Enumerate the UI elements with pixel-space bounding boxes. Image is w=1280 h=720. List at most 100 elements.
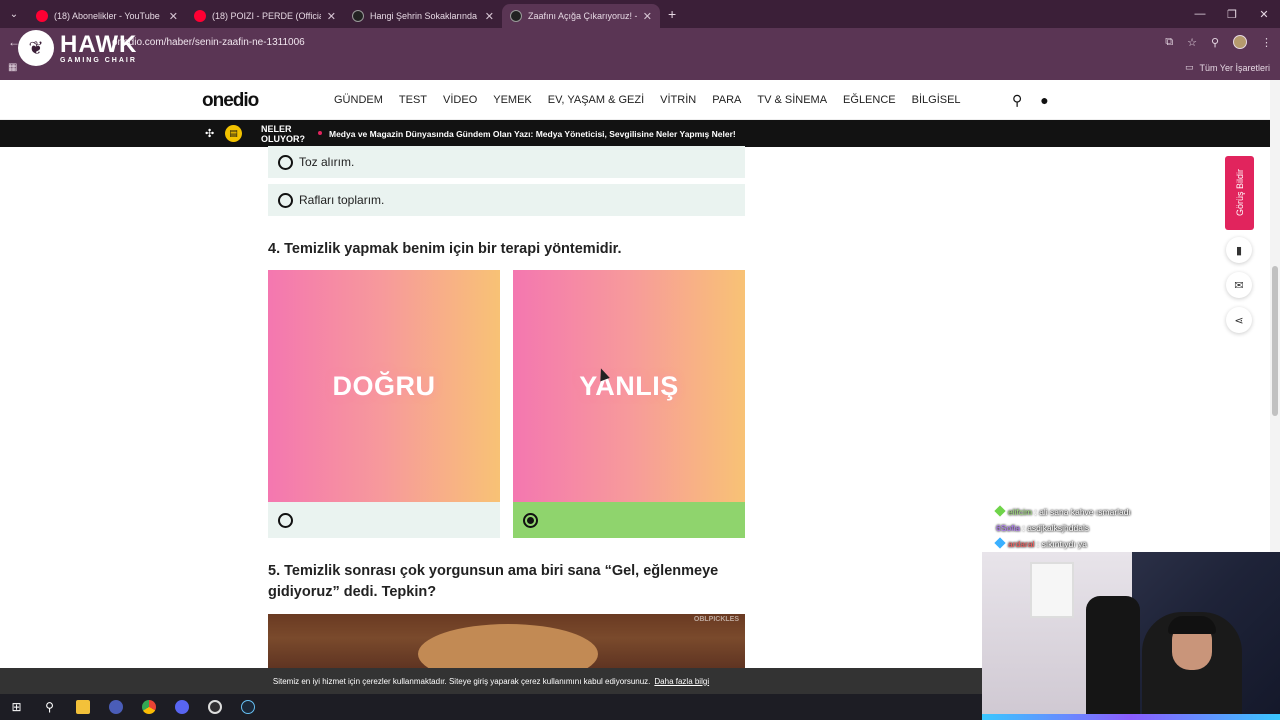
news-ticker: ✣ ▤ NELER OLUYOR? Medya ve Magazin Dünya…: [0, 120, 1280, 147]
obs-icon[interactable]: [198, 694, 231, 720]
windows-taskbar: ⊞ ⚲: [0, 694, 982, 720]
tab-onedio-zaaf[interactable]: Zaafını Açığa Çıkarıyoruz! - Onedio ✕: [502, 4, 660, 28]
header-actions: ⚲ ●: [1012, 92, 1049, 109]
share-icon[interactable]: ⋖: [1226, 307, 1252, 333]
cookie-text: Sitemiz en iyi hizmet için çerezler kull…: [272, 676, 651, 686]
nav-item-ev-yasam-gezi[interactable]: EV, YAŞAM & GEZİ: [548, 94, 644, 106]
chat-text: : sıkıntıydı ya: [1036, 539, 1087, 549]
chrome-icon[interactable]: [132, 694, 165, 720]
scrollbar-thumb[interactable]: [1272, 266, 1278, 416]
all-bookmarks-label: Tüm Yer İşaretleri: [1199, 62, 1270, 73]
answer-card-dogru[interactable]: DOĞRU: [268, 270, 500, 538]
nav-item-eglence[interactable]: EĞLENCE: [843, 94, 896, 106]
apps-grid-icon[interactable]: ▦: [8, 62, 17, 73]
chat-username: 6Sofia: [996, 523, 1021, 533]
tab-onedio-sehir[interactable]: Hangi Şehrin Sokaklarında Ruh ✕: [344, 4, 502, 28]
categories-grid-icon[interactable]: ✣: [205, 127, 214, 140]
answer-image-text: YANLIŞ: [579, 370, 679, 401]
steam-icon[interactable]: [231, 694, 264, 720]
option-label: Rafları toplarım.: [299, 193, 385, 207]
tab-close-icon[interactable]: ✕: [485, 10, 494, 23]
nav-item-test[interactable]: TEST: [399, 94, 427, 106]
chat-message: elifcim : ali sana kahve ısmarladı: [994, 504, 1131, 520]
streamer-hair: [1168, 616, 1216, 634]
bookmarks-bar: ▦ ▭ Tüm Yer İşaretleri: [0, 56, 1280, 80]
gif-watermark: OBLPICKLES: [693, 616, 739, 623]
kebab-menu-icon[interactable]: ⋮: [1261, 36, 1272, 49]
gaming-chair: [1086, 596, 1140, 720]
cookie-more-info-link[interactable]: Daha fazla bilgi: [654, 677, 709, 686]
discord-icon[interactable]: [165, 694, 198, 720]
answer-image[interactable]: DOĞRU: [268, 270, 500, 502]
youtube-favicon-icon: [194, 10, 206, 22]
stream-chat-overlay: elifcim : ali sana kahve ısmarladı 6Sofi…: [994, 504, 1131, 552]
screen: ⌄ (18) Abonelikler - YouTube ✕ (18) POIZ…: [0, 0, 1280, 720]
chat-message: ardaral : sıkıntıydı ya: [994, 536, 1131, 552]
quiz-option[interactable]: Rafları toplarım.: [268, 184, 745, 216]
address-bar[interactable]: onedio.com/haber/senin-zaafin-ne-1311006: [112, 31, 1136, 53]
nav-item-yemek[interactable]: YEMEK: [493, 94, 532, 106]
neon-light: [982, 714, 1280, 720]
tab-search-chevron-icon[interactable]: ⌄: [0, 0, 28, 28]
all-bookmarks-button[interactable]: ▭ Tüm Yer İşaretleri: [1185, 62, 1270, 73]
comments-icon[interactable]: ✉: [1226, 272, 1252, 298]
nav-item-para[interactable]: PARA: [712, 94, 741, 106]
minimize-icon[interactable]: —: [1184, 0, 1216, 28]
restore-icon[interactable]: ❐: [1216, 0, 1248, 28]
tab-close-icon[interactable]: ✕: [169, 10, 178, 23]
tab-close-icon[interactable]: ✕: [643, 10, 652, 23]
toolbar-icons: ⧉ ☆ ⚲ ⋮: [1165, 28, 1272, 56]
radio-button[interactable]: [278, 192, 293, 208]
onedio-logo[interactable]: onedio: [202, 90, 259, 112]
nav-item-bilgisel[interactable]: BİLGİSEL: [912, 94, 961, 106]
radio-button-checked[interactable]: [523, 512, 538, 528]
tab-title: Zaafını Açığa Çıkarıyoruz! - Onedio: [528, 11, 637, 21]
windows-start-icon[interactable]: ⊞: [0, 694, 33, 720]
radio-button[interactable]: [278, 154, 293, 170]
hawk-wordmark: HAWK GAMING CHAIR: [60, 30, 138, 64]
ticker-badge-icon: ▤: [225, 125, 242, 142]
hawk-word: HAWK: [60, 30, 138, 58]
folder-icon: ▭: [1184, 62, 1194, 72]
nav-item-tv-sinema[interactable]: TV & SİNEMA: [757, 94, 827, 106]
new-tab-plus-icon[interactable]: +: [668, 6, 676, 22]
answer-select-bar[interactable]: [268, 502, 500, 538]
close-window-icon[interactable]: ✕: [1248, 0, 1280, 28]
nav-item-gundem[interactable]: GÜNDEM: [334, 94, 383, 106]
answer-select-bar-selected[interactable]: [513, 502, 745, 538]
chat-badge-icon: [994, 505, 1006, 517]
wall-poster: [1030, 562, 1074, 618]
hawk-feather-icon: ❦: [18, 30, 54, 66]
answer-card-yanlis[interactable]: YANLIŞ: [513, 270, 745, 538]
tab-youtube-subscriptions[interactable]: (18) Abonelikler - YouTube ✕: [28, 4, 186, 28]
tab-title: (18) Abonelikler - YouTube: [54, 11, 160, 21]
hawk-overlay-logo: ❦ HAWK GAMING CHAIR: [18, 30, 137, 66]
extensions-puzzle-icon[interactable]: ⚲: [1211, 36, 1219, 49]
save-bookmark-icon[interactable]: ▮: [1226, 237, 1252, 263]
user-icon[interactable]: ●: [1040, 92, 1048, 109]
chat-text: : asdjkalksjhddals: [1022, 523, 1090, 533]
search-icon[interactable]: ⚲: [1012, 92, 1022, 109]
answer-image[interactable]: YANLIŞ: [513, 270, 745, 502]
taskbar-search-icon[interactable]: ⚲: [33, 694, 66, 720]
ticker-headline[interactable]: Medya ve Magazin Dünyasında Gündem Olan …: [329, 129, 736, 139]
site-header: onedio GÜNDEM TEST VİDEO YEMEK EV, YAŞAM…: [0, 80, 1280, 120]
feedback-button[interactable]: Görüş Bildir: [1225, 156, 1254, 230]
bookmark-star-icon[interactable]: ☆: [1187, 36, 1197, 49]
cookie-banner: Sitemiz en iyi hizmet için çerezler kull…: [0, 668, 982, 694]
ticker-bullet-icon: [318, 131, 322, 135]
tab-close-icon[interactable]: ✕: [327, 10, 336, 23]
question-4-title: 4. Temizlik yapmak benim için bir terapi…: [268, 241, 622, 257]
answer-image-text: DOĞRU: [332, 370, 436, 401]
install-app-icon[interactable]: ⧉: [1165, 36, 1173, 49]
nav-item-video[interactable]: VİDEO: [443, 94, 477, 106]
file-explorer-icon[interactable]: [66, 694, 99, 720]
quiz-option[interactable]: Toz alırım.: [268, 146, 745, 178]
ticker-label: NELER OLUYOR?: [261, 124, 305, 144]
tab-youtube-video[interactable]: (18) POIZI - PERDE (Official Video) ✕: [186, 4, 344, 28]
nav-item-vitrin[interactable]: VİTRİN: [660, 94, 696, 106]
profile-avatar-icon[interactable]: [1233, 35, 1247, 49]
question-5-gif[interactable]: OBLPICKLES: [268, 614, 745, 674]
app-icon[interactable]: [99, 694, 132, 720]
radio-button[interactable]: [278, 512, 293, 528]
